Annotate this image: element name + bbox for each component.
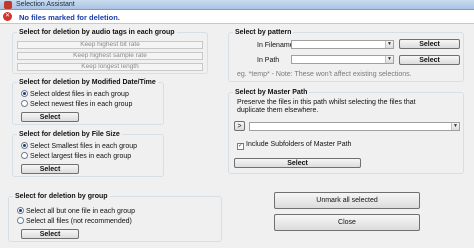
chevron-down-icon[interactable]: ▼ — [385, 56, 393, 63]
pattern-title: Select by pattern — [233, 28, 294, 37]
checkbox-label: Include Subfolders of Master Path — [246, 141, 352, 148]
select-all-files-radio[interactable]: Select all files (not recommended) — [17, 217, 132, 226]
master-path-select-button[interactable]: Select — [234, 158, 361, 168]
in-filename-label: In Filename — [257, 42, 294, 49]
window-title: Selection Assistant — [16, 1, 75, 8]
unmark-all-button[interactable]: Unmark all selected — [274, 192, 420, 209]
pattern-group: Select by pattern In Filename ▼ Select I… — [228, 28, 464, 82]
master-path-description: Preserve the files in this path whilst s… — [237, 99, 416, 114]
include-subfolders-checkbox[interactable]: ✓ Include Subfolders of Master Path — [237, 141, 351, 150]
pattern-note: eg. *temp* - Note: These won't affect ex… — [237, 71, 412, 78]
radio-indicator[interactable] — [17, 207, 24, 214]
chevron-down-icon[interactable]: ▼ — [451, 123, 459, 130]
in-path-label: In Path — [257, 57, 280, 64]
keep-longest-length-option: Keep longest length — [17, 63, 203, 71]
radio-indicator[interactable] — [21, 100, 28, 107]
error-icon: ✕ — [3, 12, 12, 21]
select-all-but-one-radio[interactable]: Select all but one file in each group — [17, 207, 135, 216]
by-group-select-button[interactable]: Select — [21, 229, 79, 239]
radio-label: Select all but one file in each group — [26, 208, 135, 215]
radio-label: Select newest files in each group — [30, 101, 133, 108]
file-size-title: Select for deletion by File Size — [17, 130, 122, 139]
radio-indicator[interactable] — [21, 142, 28, 149]
radio-label: Select Smallest files in each group — [30, 143, 137, 150]
master-path-dropdown[interactable]: ▼ — [249, 122, 460, 131]
in-filename-select-button[interactable]: Select — [399, 39, 460, 49]
keep-highest-bitrate-option: Keep highest bit rate — [17, 41, 203, 49]
checkbox-indicator[interactable]: ✓ — [237, 143, 244, 150]
select-smallest-radio[interactable]: Select Smallest files in each group — [21, 142, 137, 151]
close-button[interactable]: Close — [274, 214, 420, 231]
by-group-title: Select for deletion by group — [13, 192, 110, 201]
select-newest-radio[interactable]: Select newest files in each group — [21, 100, 132, 109]
radio-indicator[interactable] — [21, 152, 28, 159]
file-size-group: Select for deletion by File Size Select … — [12, 130, 164, 177]
audio-tags-group: Select for deletion by audio tags in eac… — [12, 28, 208, 74]
file-size-select-button[interactable]: Select — [21, 164, 79, 174]
in-path-dropdown[interactable]: ▼ — [291, 55, 394, 64]
modified-date-group: Select for deletion by Modified Date/Tim… — [12, 78, 164, 125]
keep-highest-samplerate-option: Keep highest sample rate — [17, 52, 203, 60]
select-oldest-radio[interactable]: Select oldest files in each group — [21, 90, 129, 99]
in-filename-dropdown[interactable]: ▼ — [291, 40, 394, 49]
modified-date-title: Select for deletion by Modified Date/Tim… — [17, 78, 158, 87]
status-text: No files marked for deletion. — [19, 13, 120, 22]
audio-tags-title: Select for deletion by audio tags in eac… — [17, 28, 177, 37]
select-largest-radio[interactable]: Select largest files in each group — [21, 152, 131, 161]
chevron-down-icon[interactable]: ▼ — [385, 41, 393, 48]
radio-label: Select oldest files in each group — [30, 91, 129, 98]
app-icon — [4, 1, 12, 9]
master-path-group: Select by Master Path Preserve the files… — [228, 88, 464, 174]
master-path-title: Select by Master Path — [233, 88, 310, 97]
radio-label: Select all files (not recommended) — [26, 218, 132, 225]
radio-label: Select largest files in each group — [30, 153, 132, 160]
title-bar: Selection Assistant — [0, 0, 474, 10]
radio-indicator[interactable] — [21, 90, 28, 97]
status-banner: ✕ No files marked for deletion. — [0, 10, 474, 24]
radio-indicator[interactable] — [17, 217, 24, 224]
in-path-select-button[interactable]: Select — [399, 55, 460, 65]
by-group-group: Select for deletion by group Select all … — [8, 192, 222, 242]
browse-button[interactable]: > — [234, 121, 245, 131]
modified-date-select-button[interactable]: Select — [21, 112, 79, 122]
